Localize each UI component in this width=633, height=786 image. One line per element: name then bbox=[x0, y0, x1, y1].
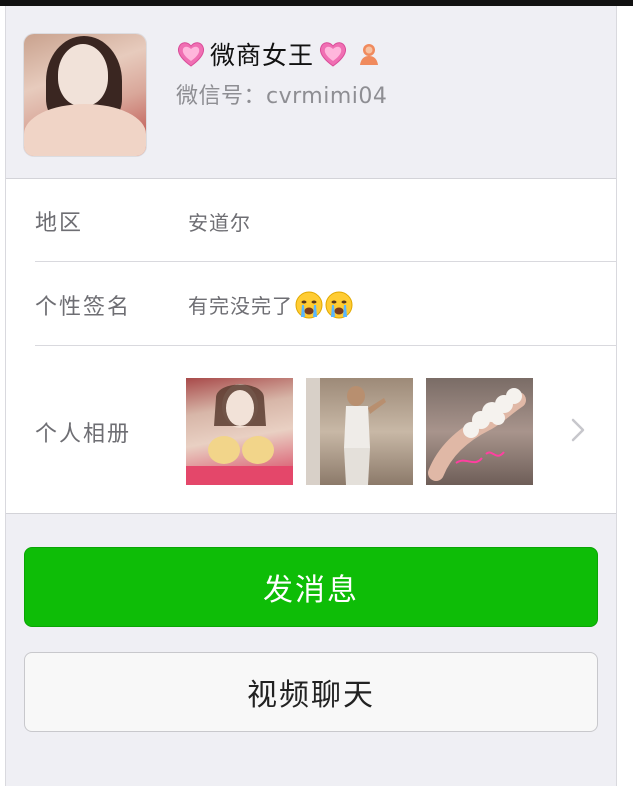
heart-icon bbox=[176, 39, 206, 69]
signature-value-wrap: 有完没完了 bbox=[188, 290, 353, 319]
album-photo[interactable] bbox=[186, 378, 293, 485]
album-photo[interactable] bbox=[426, 378, 533, 485]
profile-header: 微商女王 微信号：cvrmimi04 bbox=[6, 6, 616, 178]
region-label: 地区 bbox=[35, 211, 84, 236]
region-row: 地区 安道尔 bbox=[6, 179, 616, 261]
album-label: 个人相册 bbox=[35, 422, 132, 447]
chevron-right-icon[interactable] bbox=[568, 417, 588, 443]
video-chat-button[interactable]: 视频聊天 bbox=[24, 652, 598, 732]
wechat-id: 微信号：cvrmimi04 bbox=[176, 84, 388, 109]
region-value: 安道尔 bbox=[188, 211, 251, 235]
profile-name: 微商女王 bbox=[210, 41, 315, 70]
send-message-button[interactable]: 发消息 bbox=[24, 547, 598, 627]
signature-value: 有完没完了 bbox=[188, 294, 293, 318]
video-chat-label: 视频聊天 bbox=[247, 678, 375, 713]
avatar[interactable] bbox=[24, 34, 146, 156]
avatar-body bbox=[24, 104, 146, 156]
gender-female-icon bbox=[358, 42, 380, 66]
heart-icon bbox=[318, 39, 348, 69]
signature-row: 个性签名 有完没完了 bbox=[6, 262, 616, 344]
profile-details: 地区 安道尔 个性签名 有完没完了 个人相册 bbox=[6, 178, 616, 514]
name-row: 微商女王 bbox=[176, 34, 380, 74]
crying-face-icon bbox=[325, 291, 353, 319]
album-photo[interactable] bbox=[306, 378, 413, 485]
signature-label: 个性签名 bbox=[35, 295, 132, 320]
crying-face-icon bbox=[295, 291, 323, 319]
avatar-face bbox=[58, 44, 108, 106]
profile-screen: 微商女王 微信号：cvrmimi04 地区 安道尔 个性签名 有完没完了 个人相… bbox=[5, 6, 617, 786]
send-message-label: 发消息 bbox=[263, 573, 359, 608]
